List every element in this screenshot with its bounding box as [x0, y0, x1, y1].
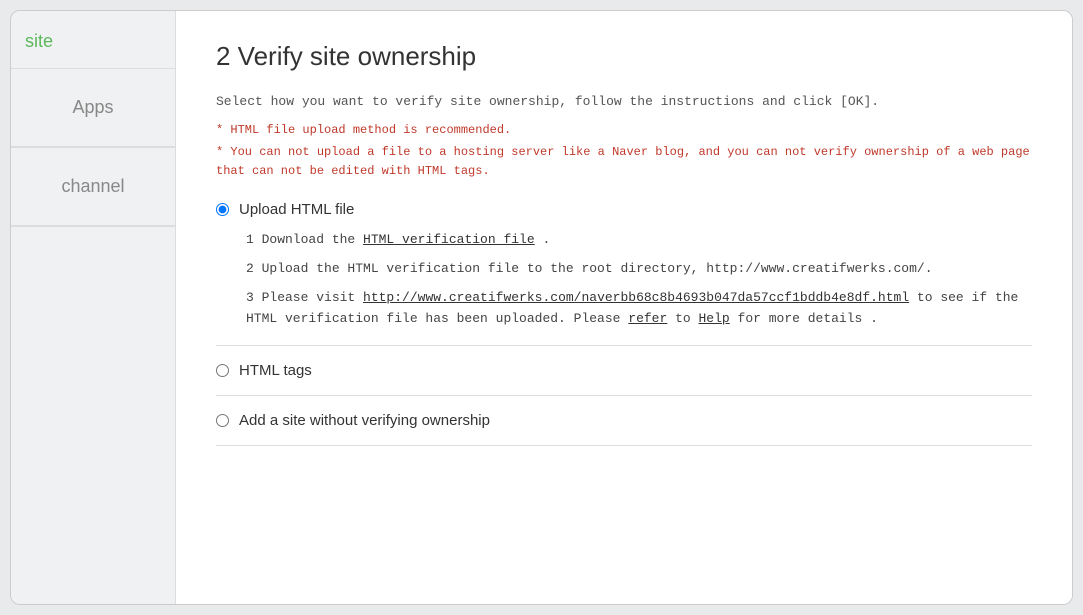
option-html-tags: HTML tags — [216, 362, 1032, 379]
step-3-text-end: for more details . — [730, 311, 878, 326]
page-title: 2 Verify site ownership — [216, 41, 1032, 72]
sidebar-item-channel[interactable]: channel — [11, 148, 175, 226]
radio-upload-html[interactable] — [216, 203, 229, 216]
step-1: 1 Download the HTML verification file . — [246, 230, 1032, 251]
option-add-without-label: Add a site without verifying ownership — [239, 412, 490, 429]
sidebar-item-apps-label: Apps — [72, 97, 113, 117]
sidebar: site Apps channel — [11, 11, 176, 604]
refer-link[interactable]: refer — [628, 311, 667, 326]
note-recommended: * HTML file upload method is recommended… — [216, 123, 1032, 137]
option-html-tags-label: HTML tags — [239, 362, 312, 379]
sidebar-top: site — [11, 21, 175, 68]
option-add-without: Add a site without verifying ownership — [216, 412, 1032, 429]
html-verification-link[interactable]: HTML verification file — [363, 232, 535, 247]
sidebar-item-apps[interactable]: Apps — [11, 69, 175, 147]
help-link[interactable]: Help — [699, 311, 730, 326]
step-3-text-mid2: to — [667, 311, 698, 326]
sidebar-divider-bottom — [11, 226, 175, 227]
radio-html-tags[interactable] — [216, 364, 229, 377]
steps-list: 1 Download the HTML verification file . … — [246, 230, 1032, 329]
divider-3 — [216, 445, 1032, 446]
note-warning: * You can not upload a file to a hosting… — [216, 143, 1032, 181]
app-window: site Apps channel 2 Verify site ownershi… — [10, 10, 1073, 605]
site-label[interactable]: site — [25, 31, 53, 51]
divider-1 — [216, 345, 1032, 346]
step-2-text: 2 Upload the HTML verification file to t… — [246, 261, 933, 276]
step-1-text: 1 Download the — [246, 232, 363, 247]
description: Select how you want to verify site owner… — [216, 92, 1032, 113]
step-3: 3 Please visit http://www.creatifwerks.c… — [246, 288, 1032, 330]
option-upload-html-label: Upload HTML file — [239, 201, 354, 218]
step-3-text-before: 3 Please visit — [246, 290, 363, 305]
step-1-after: . — [535, 232, 551, 247]
sidebar-item-channel-label: channel — [61, 176, 124, 196]
step-2: 2 Upload the HTML verification file to t… — [246, 259, 1032, 280]
divider-2 — [216, 395, 1032, 396]
main-content: 2 Verify site ownership Select how you w… — [176, 11, 1072, 604]
radio-add-without[interactable] — [216, 414, 229, 427]
option-upload-html: Upload HTML file — [216, 201, 1032, 218]
verification-url-link[interactable]: http://www.creatifwerks.com/naverbb68c8b… — [363, 290, 909, 305]
